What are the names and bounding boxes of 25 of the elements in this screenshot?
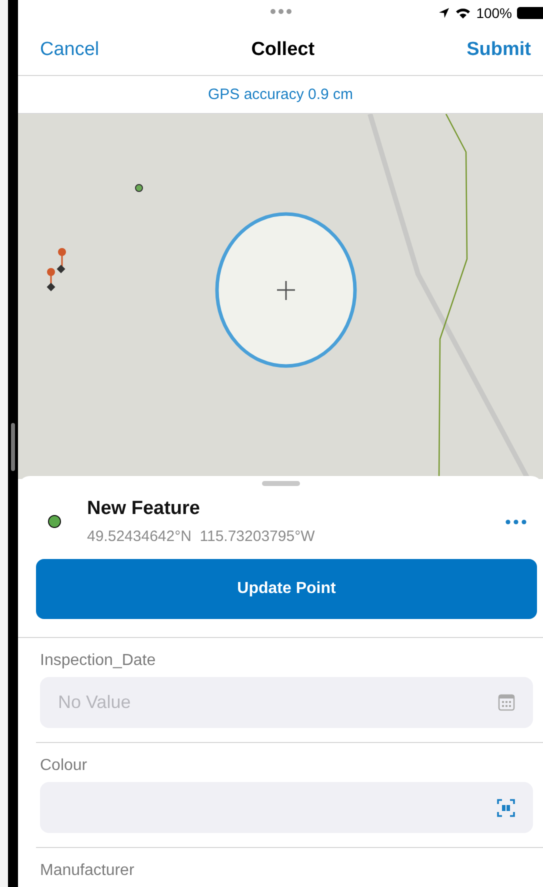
battery-icon	[517, 6, 543, 19]
text-field[interactable]	[40, 782, 533, 833]
point-marker	[135, 184, 143, 192]
crosshair-icon	[277, 281, 295, 300]
coordinates-text: 49.52434642°N 115.73203795°W	[87, 528, 316, 545]
update-point-button[interactable]: Update Point	[36, 559, 537, 619]
field-label: Inspection_Date	[40, 652, 157, 670]
battery-percent: 100%	[476, 4, 512, 21]
location-arrow-icon	[438, 6, 450, 19]
field-label: Colour	[40, 757, 88, 775]
drag-handle[interactable]	[262, 481, 300, 486]
cancel-button[interactable]: Cancel	[40, 39, 100, 62]
placeholder-text: No Value	[58, 692, 131, 713]
multitask-dots-icon[interactable]	[270, 9, 291, 14]
pin-marker	[56, 248, 66, 274]
screen-title: Collect	[251, 39, 315, 62]
barcode-scan-icon[interactable]	[497, 798, 515, 816]
submit-button[interactable]: Submit	[466, 39, 531, 62]
map-view[interactable]	[18, 114, 543, 479]
feature-title: New Feature	[87, 498, 201, 520]
pin-marker	[46, 268, 56, 292]
calendar-icon[interactable]	[498, 694, 515, 711]
field-label: Manufacturer	[40, 862, 136, 880]
scrollbar	[11, 423, 15, 471]
wifi-icon	[455, 6, 472, 19]
